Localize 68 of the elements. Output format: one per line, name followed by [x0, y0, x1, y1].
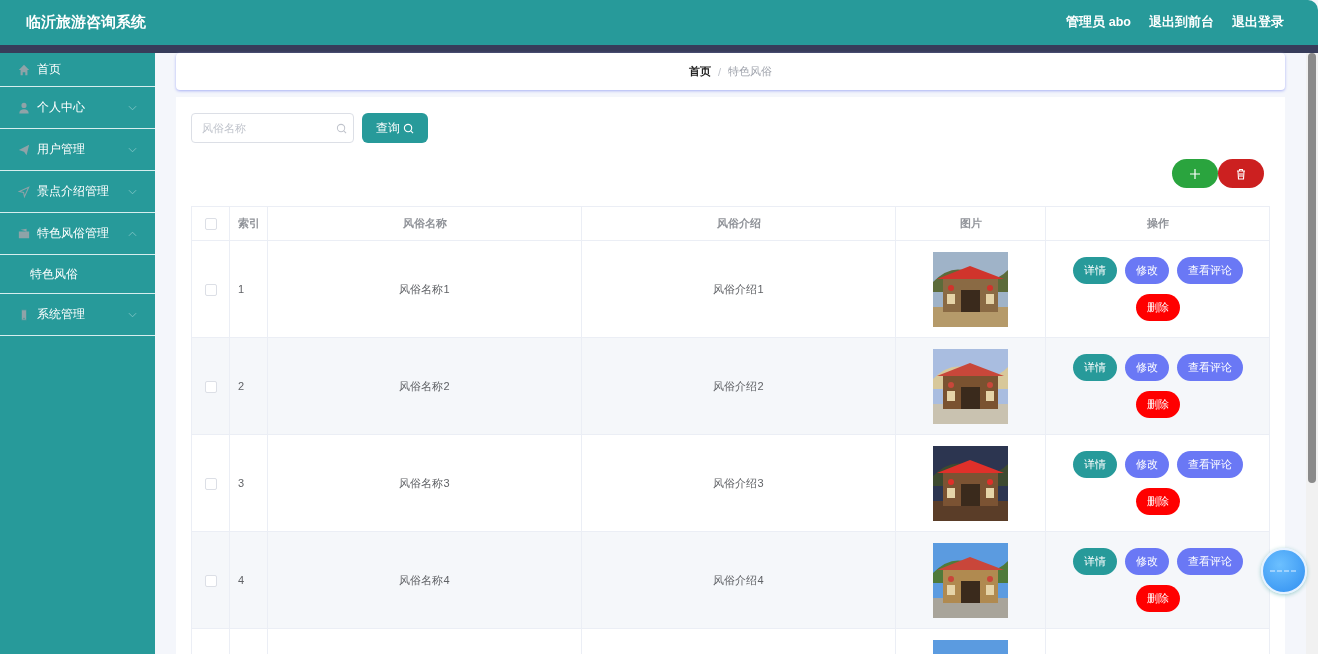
- edit-button[interactable]: 修改: [1124, 548, 1169, 575]
- user-icon: [18, 101, 30, 114]
- comment-button[interactable]: 查看评论: [1176, 354, 1243, 381]
- dashed-line-icon: [1270, 570, 1298, 572]
- sidebar-subitem[interactable]: 特色风俗: [0, 255, 155, 294]
- delete-button[interactable]: 删除: [1135, 585, 1180, 612]
- breadcrumb-item[interactable]: 首页: [688, 64, 711, 79]
- name-cell: 风俗名称3: [399, 476, 450, 489]
- sidebar-item[interactable]: 个人中心: [0, 87, 155, 129]
- delete-button[interactable]: 删除: [1135, 391, 1180, 418]
- search-button[interactable]: 查询: [362, 113, 428, 143]
- intro-cell: 风俗介绍4: [713, 573, 764, 586]
- column-header: 操作: [1146, 217, 1169, 229]
- intro-cell: 风俗介绍3: [713, 476, 764, 489]
- delete-button[interactable]: 删除: [1135, 488, 1180, 515]
- floating-assistant-button[interactable]: [1261, 548, 1307, 594]
- sidebar-item[interactable]: 特色风俗管理: [0, 213, 155, 255]
- plane-icon: [18, 143, 30, 156]
- intro-cell: 风俗介绍2: [713, 379, 764, 392]
- index-cell: 2: [238, 380, 245, 392]
- intro-cell: 风俗介绍1: [713, 282, 764, 295]
- breadcrumb-separator: /: [717, 65, 722, 78]
- home-icon: [18, 63, 30, 76]
- sidebar-item[interactable]: 首页: [0, 53, 155, 87]
- header-link[interactable]: 退出登录: [1232, 14, 1284, 31]
- search-icon: [336, 123, 347, 134]
- search-field[interactable]: 风俗名称: [191, 113, 354, 143]
- detail-button[interactable]: 详情: [1072, 354, 1117, 381]
- index-cell: 4: [238, 574, 245, 586]
- name-cell: 风俗名称2: [399, 379, 450, 392]
- column-header: 风俗名称: [402, 217, 447, 229]
- breadcrumb-item: 特色风俗: [728, 64, 773, 79]
- delete-button[interactable]: [1218, 159, 1264, 188]
- edit-button[interactable]: 修改: [1124, 257, 1169, 284]
- comment-button[interactable]: 查看评论: [1176, 548, 1243, 575]
- search-icon: [403, 122, 414, 134]
- edit-button[interactable]: 修改: [1124, 354, 1169, 381]
- nav-icon: [18, 185, 30, 198]
- name-cell: 风俗名称4: [399, 573, 450, 586]
- trash-icon: [1235, 167, 1247, 180]
- column-header: 风俗介绍: [716, 217, 761, 229]
- row-checkbox[interactable]: [204, 574, 217, 587]
- delete-button[interactable]: 删除: [1135, 294, 1180, 321]
- column-header: 图片: [959, 217, 982, 229]
- detail-button[interactable]: 详情: [1072, 548, 1117, 575]
- sidebar-item[interactable]: 系统管理: [0, 294, 155, 336]
- row-checkbox[interactable]: [204, 380, 217, 393]
- detail-button[interactable]: 详情: [1072, 257, 1117, 284]
- app-title: 临沂旅游咨询系统: [26, 13, 146, 32]
- index-cell: 1: [238, 283, 245, 295]
- comment-button[interactable]: 查看评论: [1176, 257, 1243, 284]
- wallet-icon: [18, 227, 30, 240]
- add-button[interactable]: [1172, 159, 1218, 188]
- comment-button[interactable]: 查看评论: [1176, 451, 1243, 478]
- scrollbar-thumb[interactable]: [1308, 53, 1316, 483]
- admin-user: 管理员 abo: [1066, 14, 1131, 31]
- detail-button[interactable]: 详情: [1072, 451, 1117, 478]
- name-cell: 风俗名称1: [399, 282, 450, 295]
- column-header: 索引: [238, 217, 260, 229]
- sidebar-item[interactable]: 景点介绍管理: [0, 171, 155, 213]
- header-link[interactable]: 退出到前台: [1149, 14, 1214, 31]
- sidebar-item[interactable]: 用户管理: [0, 129, 155, 171]
- index-cell: 3: [238, 477, 245, 489]
- row-checkbox[interactable]: [204, 283, 217, 296]
- select-all-checkbox[interactable]: [204, 218, 217, 231]
- row-checkbox[interactable]: [204, 477, 217, 490]
- edit-button[interactable]: 修改: [1124, 451, 1169, 478]
- plus-icon: [1189, 167, 1201, 180]
